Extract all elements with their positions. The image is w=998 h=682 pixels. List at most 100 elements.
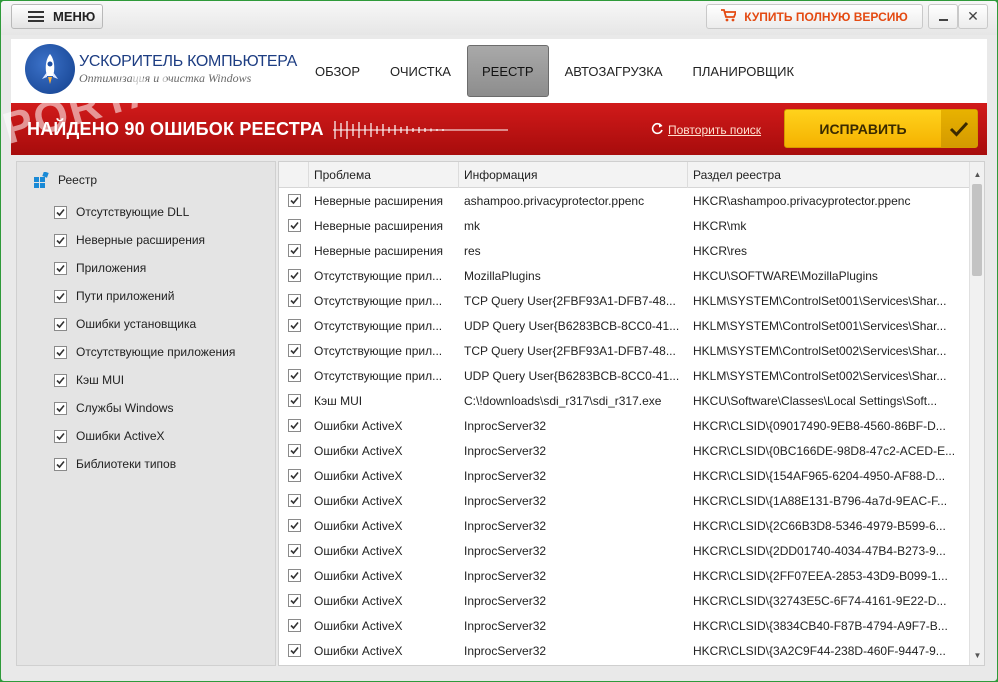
category-checkbox[interactable] (54, 373, 67, 387)
info-cell: InprocServer32 (464, 593, 547, 608)
category-checkbox[interactable] (54, 261, 67, 275)
table-row[interactable]: Ошибки ActiveX InprocServer32 HKCR\CLSID\{… (279, 638, 969, 663)
tab-overview[interactable]: ОБЗОР (301, 45, 374, 97)
category-label: Пути приложений (76, 289, 175, 303)
category-item[interactable]: Отсутствующие приложения (54, 338, 235, 366)
category-checkbox[interactable] (54, 289, 67, 303)
registry-key-cell: HKCR\CLSID\{2DD01740-4034-47B4-B273-9... (693, 543, 946, 558)
row-checkbox[interactable] (287, 369, 301, 382)
table-row[interactable]: Кэш MUI C:\!downloads\sdi_r317\sdi_r317.e… (279, 388, 969, 413)
problem-cell: Неверные расширения (314, 193, 444, 208)
row-checkbox[interactable] (287, 319, 301, 332)
tree-root-label: Реестр (58, 173, 97, 187)
table-row[interactable]: Ошибки ActiveX InprocServer32 HKCR\CLSID\{… (279, 588, 969, 613)
buy-full-version-button[interactable]: КУПИТЬ ПОЛНУЮ ВЕРСИЮ (706, 4, 923, 29)
minimize-button[interactable] (928, 4, 958, 29)
row-checkbox[interactable] (287, 619, 301, 632)
category-checkbox[interactable] (54, 457, 67, 471)
row-checkbox[interactable] (287, 494, 301, 507)
row-checkbox[interactable] (287, 469, 301, 482)
category-checkbox[interactable] (54, 401, 67, 415)
table-row[interactable]: Отсутствующие прил... MozillaPlugins HKCU\… (279, 263, 969, 288)
row-checkbox[interactable] (287, 569, 301, 582)
table-row[interactable]: Ошибки ActiveX InprocServer32 HKCR\CLSID\{… (279, 613, 969, 638)
info-cell: mk (464, 218, 480, 233)
registry-key-cell: HKCR\CLSID\{154AF965-6204-4950-AF88-D... (693, 468, 946, 483)
table-row[interactable]: Отсутствующие прил... UDP Query User{B628… (279, 313, 969, 338)
category-item[interactable]: Ошибки ActiveX (54, 422, 235, 450)
row-checkbox[interactable] (287, 344, 301, 357)
table-row[interactable]: Отсутствующие прил... TCP Query User{2FBF… (279, 288, 969, 313)
category-checkbox[interactable] (54, 233, 67, 247)
column-info[interactable]: Информация (459, 162, 688, 188)
column-registry-key[interactable]: Раздел реестра (688, 162, 965, 188)
problem-cell: Ошибки ActiveX (314, 468, 403, 483)
tab-registry[interactable]: РЕЕСТР (466, 45, 549, 97)
tab-autostart[interactable]: АВТОЗАГРУЗКА (551, 45, 677, 97)
registry-key-cell: HKLM\SYSTEM\ControlSet002\Services\Shar.… (693, 343, 947, 358)
category-label: Неверные расширения (76, 233, 206, 247)
table-row[interactable]: Ошибки ActiveX InprocServer32 HKCR\CLSID\{… (279, 513, 969, 538)
table-row[interactable]: Ошибки ActiveX InprocServer32 HKCR\CLSID\{… (279, 563, 969, 588)
info-cell: TCP Query User{2FBF93A1-DFB7-48... (464, 343, 676, 358)
row-checkbox[interactable] (287, 444, 301, 457)
row-checkbox[interactable] (287, 294, 301, 307)
row-checkbox-cell (279, 513, 309, 538)
column-problem[interactable]: Проблема (309, 162, 459, 188)
info-cell: InprocServer32 (464, 468, 547, 483)
category-checkbox[interactable] (54, 317, 67, 331)
table-row[interactable]: Отсутствующие прил... UDP Query User{B628… (279, 363, 969, 388)
category-item[interactable]: Библиотеки типов (54, 450, 235, 478)
row-checkbox[interactable] (287, 544, 301, 557)
scroll-thumb[interactable] (972, 184, 982, 276)
table-row[interactable]: Ошибки ActiveX InprocServer32 HKCR\CLSID\{… (279, 488, 969, 513)
category-item[interactable]: Службы Windows (54, 394, 235, 422)
table-row[interactable]: Ошибки ActiveX InprocServer32 HKCR\CLSID\{… (279, 538, 969, 563)
menu-button[interactable]: МЕНЮ (11, 4, 103, 29)
table-row[interactable]: Отсутствующие прил... TCP Query User{2FBF… (279, 338, 969, 363)
row-checkbox[interactable] (287, 194, 301, 207)
scroll-down-icon[interactable]: ▼ (970, 648, 984, 663)
close-icon: ✕ (967, 8, 979, 24)
table-row[interactable]: Ошибки ActiveX InprocServer32 HKCR\CLSID\{… (279, 413, 969, 438)
registry-key-cell: HKCU\Software\Classes\Local Settings\Sof… (693, 393, 938, 408)
category-item[interactable]: Ошибки установщика (54, 310, 235, 338)
info-cell: C:\!downloads\sdi_r317\sdi_r317.exe (464, 393, 662, 408)
problem-cell: Отсутствующие прил... (314, 368, 443, 383)
row-checkbox-cell (279, 438, 309, 463)
tree-root-registry[interactable]: Реестр (34, 171, 97, 188)
row-checkbox[interactable] (287, 244, 301, 257)
vertical-scrollbar[interactable]: ▲ ▼ (969, 162, 984, 665)
category-item[interactable]: Приложения (54, 254, 235, 282)
row-checkbox[interactable] (287, 419, 301, 432)
info-cell: UDP Query User{B6283BCB-8CC0-41... (464, 318, 680, 333)
category-item[interactable]: Пути приложений (54, 282, 235, 310)
table-row[interactable]: Ошибки ActiveX InprocServer32 HKCR\CLSID\{… (279, 438, 969, 463)
fix-button[interactable]: ИСПРАВИТЬ (784, 109, 978, 148)
category-item[interactable]: Отсутствующие DLL (54, 198, 235, 226)
row-checkbox-cell (279, 413, 309, 438)
row-checkbox[interactable] (287, 594, 301, 607)
close-button[interactable]: ✕ (958, 4, 988, 29)
info-cell: TCP Query User{2FBF93A1-DFB7-48... (464, 293, 676, 308)
row-checkbox[interactable] (287, 269, 301, 282)
table-row[interactable]: Неверные расширения ashampoo.privacyprote… (279, 188, 969, 213)
table-row[interactable]: Неверные расширения mk HKCR\mk (279, 213, 969, 238)
tab-scheduler[interactable]: ПЛАНИРОВЩИК (679, 45, 809, 97)
category-checkbox[interactable] (54, 429, 67, 443)
row-checkbox[interactable] (287, 394, 301, 407)
table-row[interactable]: Ошибки ActiveX InprocServer32 HKCR\CLSID\{… (279, 463, 969, 488)
retry-search-link[interactable]: Повторить поиск (651, 122, 761, 138)
row-checkbox[interactable] (287, 519, 301, 532)
row-checkbox[interactable] (287, 219, 301, 232)
row-checkbox[interactable] (287, 644, 301, 657)
tab-cleanup[interactable]: ОЧИСТКА (376, 45, 465, 97)
category-checkbox[interactable] (54, 205, 67, 219)
scroll-up-icon[interactable]: ▲ (970, 167, 984, 182)
table-row[interactable]: Неверные расширения res HKCR\res (279, 238, 969, 263)
category-item[interactable]: Кэш MUI (54, 366, 235, 394)
problem-cell: Отсутствующие прил... (314, 343, 443, 358)
registry-key-cell: HKCR\mk (693, 218, 747, 233)
category-item[interactable]: Неверные расширения (54, 226, 235, 254)
category-checkbox[interactable] (54, 345, 67, 359)
